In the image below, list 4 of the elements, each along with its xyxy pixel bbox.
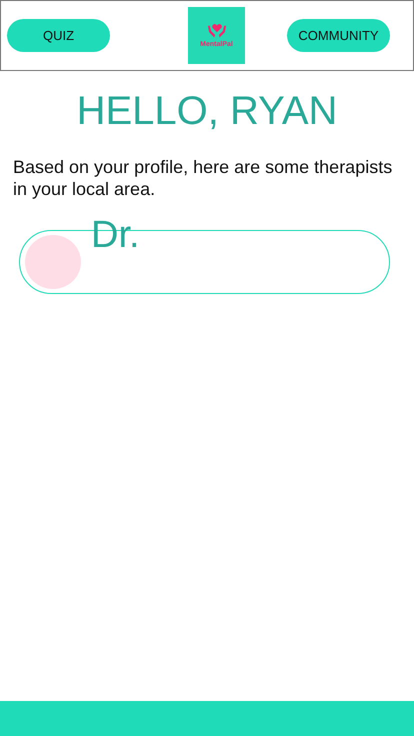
- greeting-heading: HELLO, RYAN: [76, 89, 338, 134]
- community-button[interactable]: COMMUNITY: [287, 19, 390, 52]
- intro-text: Based on your profile, here are some therapists in your local area.: [13, 156, 394, 200]
- quiz-button[interactable]: QUIZ: [7, 19, 110, 52]
